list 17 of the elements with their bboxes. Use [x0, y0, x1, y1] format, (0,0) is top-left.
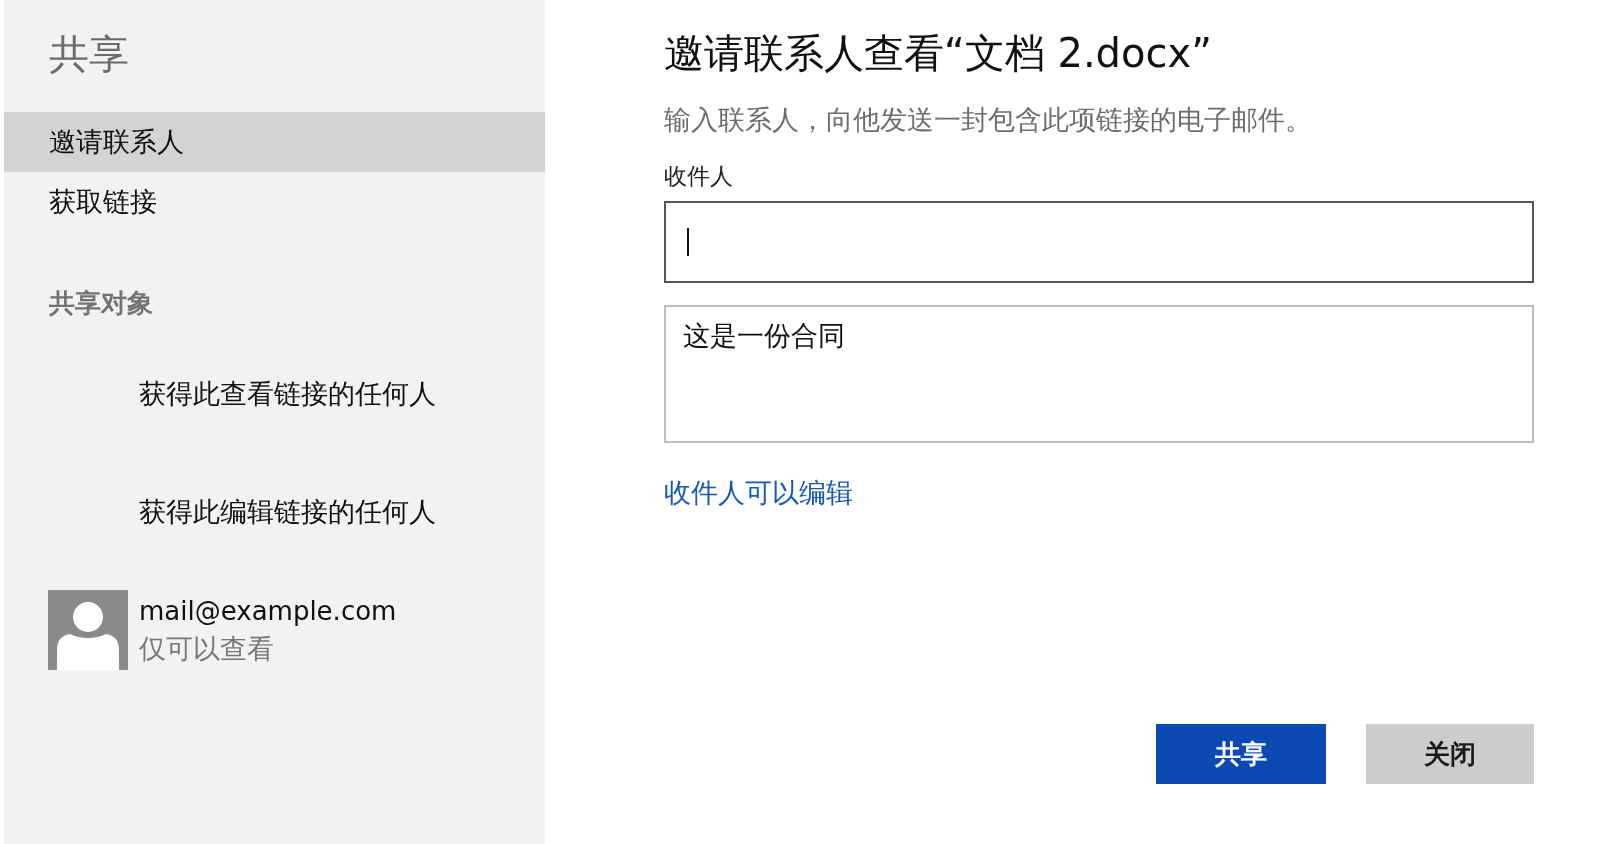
link-access-entry[interactable]: 获得此编辑链接的任何人	[139, 494, 436, 530]
permission-label: 仅可以查看	[139, 632, 274, 666]
share-button[interactable]: 共享	[1156, 724, 1326, 784]
link-access-entry[interactable]: 获得此查看链接的任何人	[139, 376, 436, 412]
dialog-description: 输入联系人，向他发送一封包含此项链接的电子邮件。	[664, 103, 1312, 137]
avatar-icon	[48, 590, 128, 670]
field-label: 收件人	[664, 162, 733, 191]
close-button[interactable]: 关闭	[1366, 724, 1534, 784]
nav-item[interactable]: 获取链接	[4, 172, 545, 232]
message-field[interactable]: 这是一份合同	[664, 305, 1534, 443]
recipient-field[interactable]	[664, 201, 1534, 283]
section-heading: 共享对象	[49, 287, 153, 320]
contact-email: mail@example.com	[139, 595, 397, 628]
pane-title: 共享	[49, 30, 129, 78]
nav-item[interactable]: 邀请联系人	[4, 112, 545, 172]
permission-link[interactable]: 收件人可以编辑	[664, 475, 853, 511]
dialog-title: 邀请联系人查看“文档 2.docx”	[664, 29, 1212, 77]
